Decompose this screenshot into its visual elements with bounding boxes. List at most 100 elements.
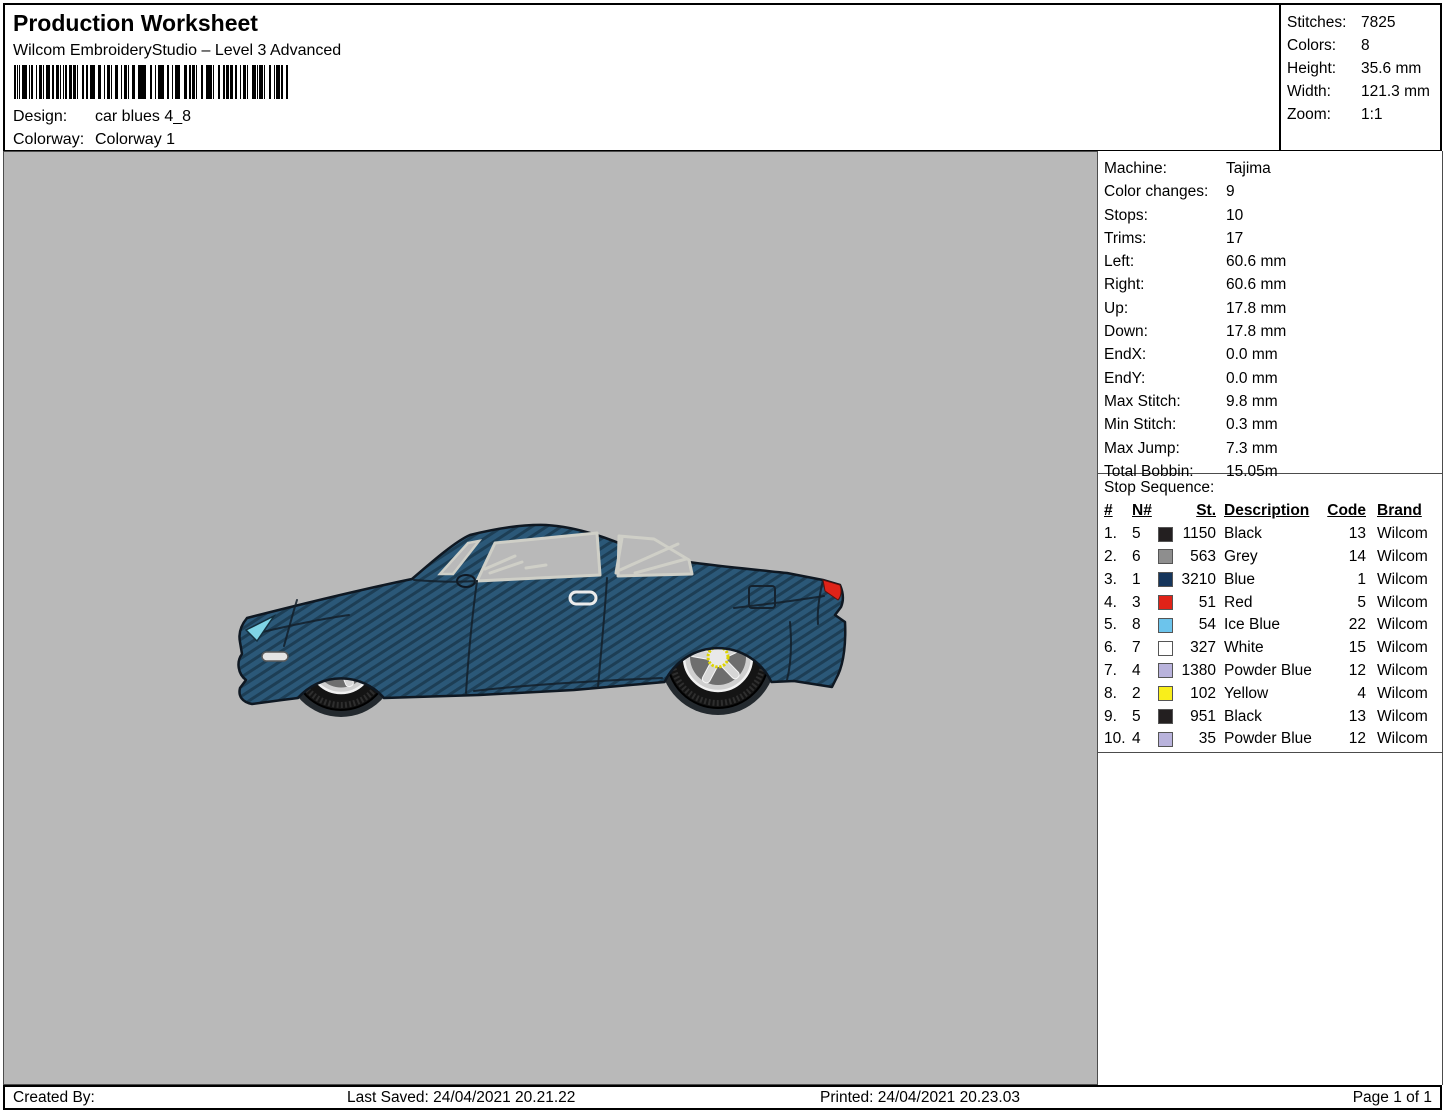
machine-label: Max Jump:: [1104, 440, 1180, 457]
stat-height: Height: 35.6 mm: [1287, 58, 1440, 81]
machine-label: Color changes:: [1104, 183, 1208, 200]
machine-row: Max Jump: 7.3 mm: [1104, 438, 1442, 461]
car-embroidery-design: [234, 512, 874, 717]
machine-info-block: Machine:Tajima Color changes:9 Stops:10 …: [1098, 151, 1442, 474]
machine-value: 7.3 mm: [1226, 438, 1278, 460]
thread-color-swatch: [1158, 618, 1173, 633]
machine-label: EndX:: [1104, 346, 1146, 363]
stop-row: 10.435Powder Blue12Wilcom: [1104, 728, 1442, 751]
machine-value: 17: [1226, 228, 1243, 250]
machine-row: Machine: Tajima: [1104, 158, 1442, 181]
thread-color-swatch: [1158, 686, 1173, 701]
stat-label: Height:: [1287, 60, 1336, 77]
thread-color-swatch: [1158, 732, 1173, 747]
software-subtitle: Wilcom EmbroideryStudio – Level 3 Advanc…: [13, 42, 341, 60]
machine-label: Max Stitch:: [1104, 393, 1181, 410]
machine-value: 17.8 mm: [1226, 298, 1286, 320]
col-n: N#: [1132, 502, 1158, 520]
machine-row: Trims: 17: [1104, 228, 1442, 251]
stop-row: 1.51150Black13Wilcom: [1104, 523, 1442, 546]
stop-row: 7.41380Powder Blue12Wilcom: [1104, 660, 1442, 683]
last-saved-text: Last Saved: 24/04/2021 20.21.22: [347, 1088, 575, 1108]
col-desc: Description: [1216, 502, 1322, 520]
production-worksheet-page: Production Worksheet Wilcom EmbroiderySt…: [0, 0, 1445, 1112]
header-block: Production Worksheet Wilcom EmbroiderySt…: [3, 3, 1281, 152]
page-title: Production Worksheet: [13, 10, 258, 37]
thread-color-swatch: [1158, 527, 1173, 542]
thread-color-swatch: [1158, 663, 1173, 678]
machine-label: Down:: [1104, 323, 1148, 340]
col-num: #: [1104, 502, 1132, 520]
machine-label: Right:: [1104, 276, 1145, 293]
machine-value: 0.3 mm: [1226, 414, 1278, 436]
stat-value: 121.3 mm: [1361, 81, 1430, 103]
machine-value: 0.0 mm: [1226, 344, 1278, 366]
rear-hub: [708, 647, 728, 667]
thread-color-swatch: [1158, 572, 1173, 587]
printed-text: Printed: 24/04/2021 20.23.03: [820, 1088, 1020, 1108]
summary-stats-block: Stitches:7825 Colors: 8 Height: 35.6 mm Wi…: [1279, 3, 1442, 152]
created-by-label: Created By:: [13, 1088, 95, 1108]
machine-row: Down: 17.8 mm: [1104, 321, 1442, 344]
machine-value: 9.8 mm: [1226, 391, 1278, 413]
thread-color-swatch: [1158, 595, 1173, 610]
stat-value: 8: [1361, 35, 1370, 57]
machine-row: Up: 17.8 mm: [1104, 298, 1442, 321]
stat-label: Zoom:: [1287, 106, 1331, 123]
stop-row: 5.854Ice Blue22Wilcom: [1104, 614, 1442, 637]
machine-row: EndY: 0.0 mm: [1104, 368, 1442, 391]
thread-color-swatch: [1158, 709, 1173, 724]
colorway-row: Colorway: Colorway 1: [13, 131, 84, 149]
stop-row: 9.5951Black13Wilcom: [1104, 705, 1442, 728]
stop-sequence-block: Stop Sequence: # N# St. Description Code…: [1098, 474, 1442, 753]
machine-value: 0.0 mm: [1226, 368, 1278, 390]
stop-row: 6.7327White15Wilcom: [1104, 637, 1442, 660]
machine-label: Trims:: [1104, 230, 1146, 247]
colorway-label: Colorway:: [13, 131, 84, 148]
stat-label: Colors:: [1287, 37, 1336, 54]
machine-label: EndY:: [1104, 370, 1145, 387]
machine-label: Machine:: [1104, 160, 1167, 177]
machine-label: Min Stitch:: [1104, 416, 1176, 433]
machine-value: Tajima: [1226, 158, 1271, 180]
design-label: Design:: [13, 108, 67, 125]
stop-row: 4.351Red5Wilcom: [1104, 591, 1442, 614]
design-canvas: [3, 151, 1098, 1085]
thread-color-swatch: [1158, 641, 1173, 656]
thread-color-swatch: [1158, 549, 1173, 564]
footer-bar: Created By: Last Saved: 24/04/2021 20.21…: [3, 1085, 1442, 1110]
side-marker: [262, 652, 288, 661]
col-code: Code: [1322, 502, 1366, 520]
stat-width: Width: 121.3 mm: [1287, 81, 1440, 104]
page-number: Page 1 of 1: [1353, 1088, 1432, 1108]
col-brand: Brand: [1366, 502, 1430, 520]
machine-value: 10: [1226, 205, 1243, 227]
machine-row: Stops: 10: [1104, 205, 1442, 228]
colorway-name: Colorway 1: [95, 131, 175, 149]
stat-stitches: Stitches:7825: [1287, 12, 1440, 35]
stat-colors: Colors: 8: [1287, 35, 1440, 58]
machine-row: Max Stitch: 9.8 mm: [1104, 391, 1442, 414]
machine-row: Right:60.6 mm: [1104, 274, 1442, 297]
stop-row: 2.6563Grey14Wilcom: [1104, 546, 1442, 569]
machine-row: Min Stitch: 0.3 mm: [1104, 414, 1442, 437]
stop-sequence-title: Stop Sequence:: [1104, 477, 1442, 500]
stat-value: 7825: [1361, 12, 1395, 34]
machine-value: 9: [1226, 181, 1235, 203]
stat-value: 1:1: [1361, 104, 1383, 126]
machine-label: Stops:: [1104, 207, 1148, 224]
stop-sequence-header: # N# St. Description Code Brand: [1104, 500, 1442, 523]
rear-window: [618, 536, 692, 576]
stat-value: 35.6 mm: [1361, 58, 1421, 80]
machine-value: 17.8 mm: [1226, 321, 1286, 343]
machine-value: 60.6 mm: [1226, 251, 1286, 273]
machine-row: Left: 60.6 mm: [1104, 251, 1442, 274]
stop-row: 3.13210Blue1Wilcom: [1104, 568, 1442, 591]
stop-row: 8.2102Yellow4Wilcom: [1104, 682, 1442, 705]
barcode-image: [14, 65, 290, 99]
machine-label: Up:: [1104, 300, 1128, 317]
machine-label: Left:: [1104, 253, 1134, 270]
stat-label: Width:: [1287, 83, 1331, 100]
machine-row: EndX: 0.0 mm: [1104, 344, 1442, 367]
design-row: Design: car blues 4_8: [13, 108, 67, 126]
